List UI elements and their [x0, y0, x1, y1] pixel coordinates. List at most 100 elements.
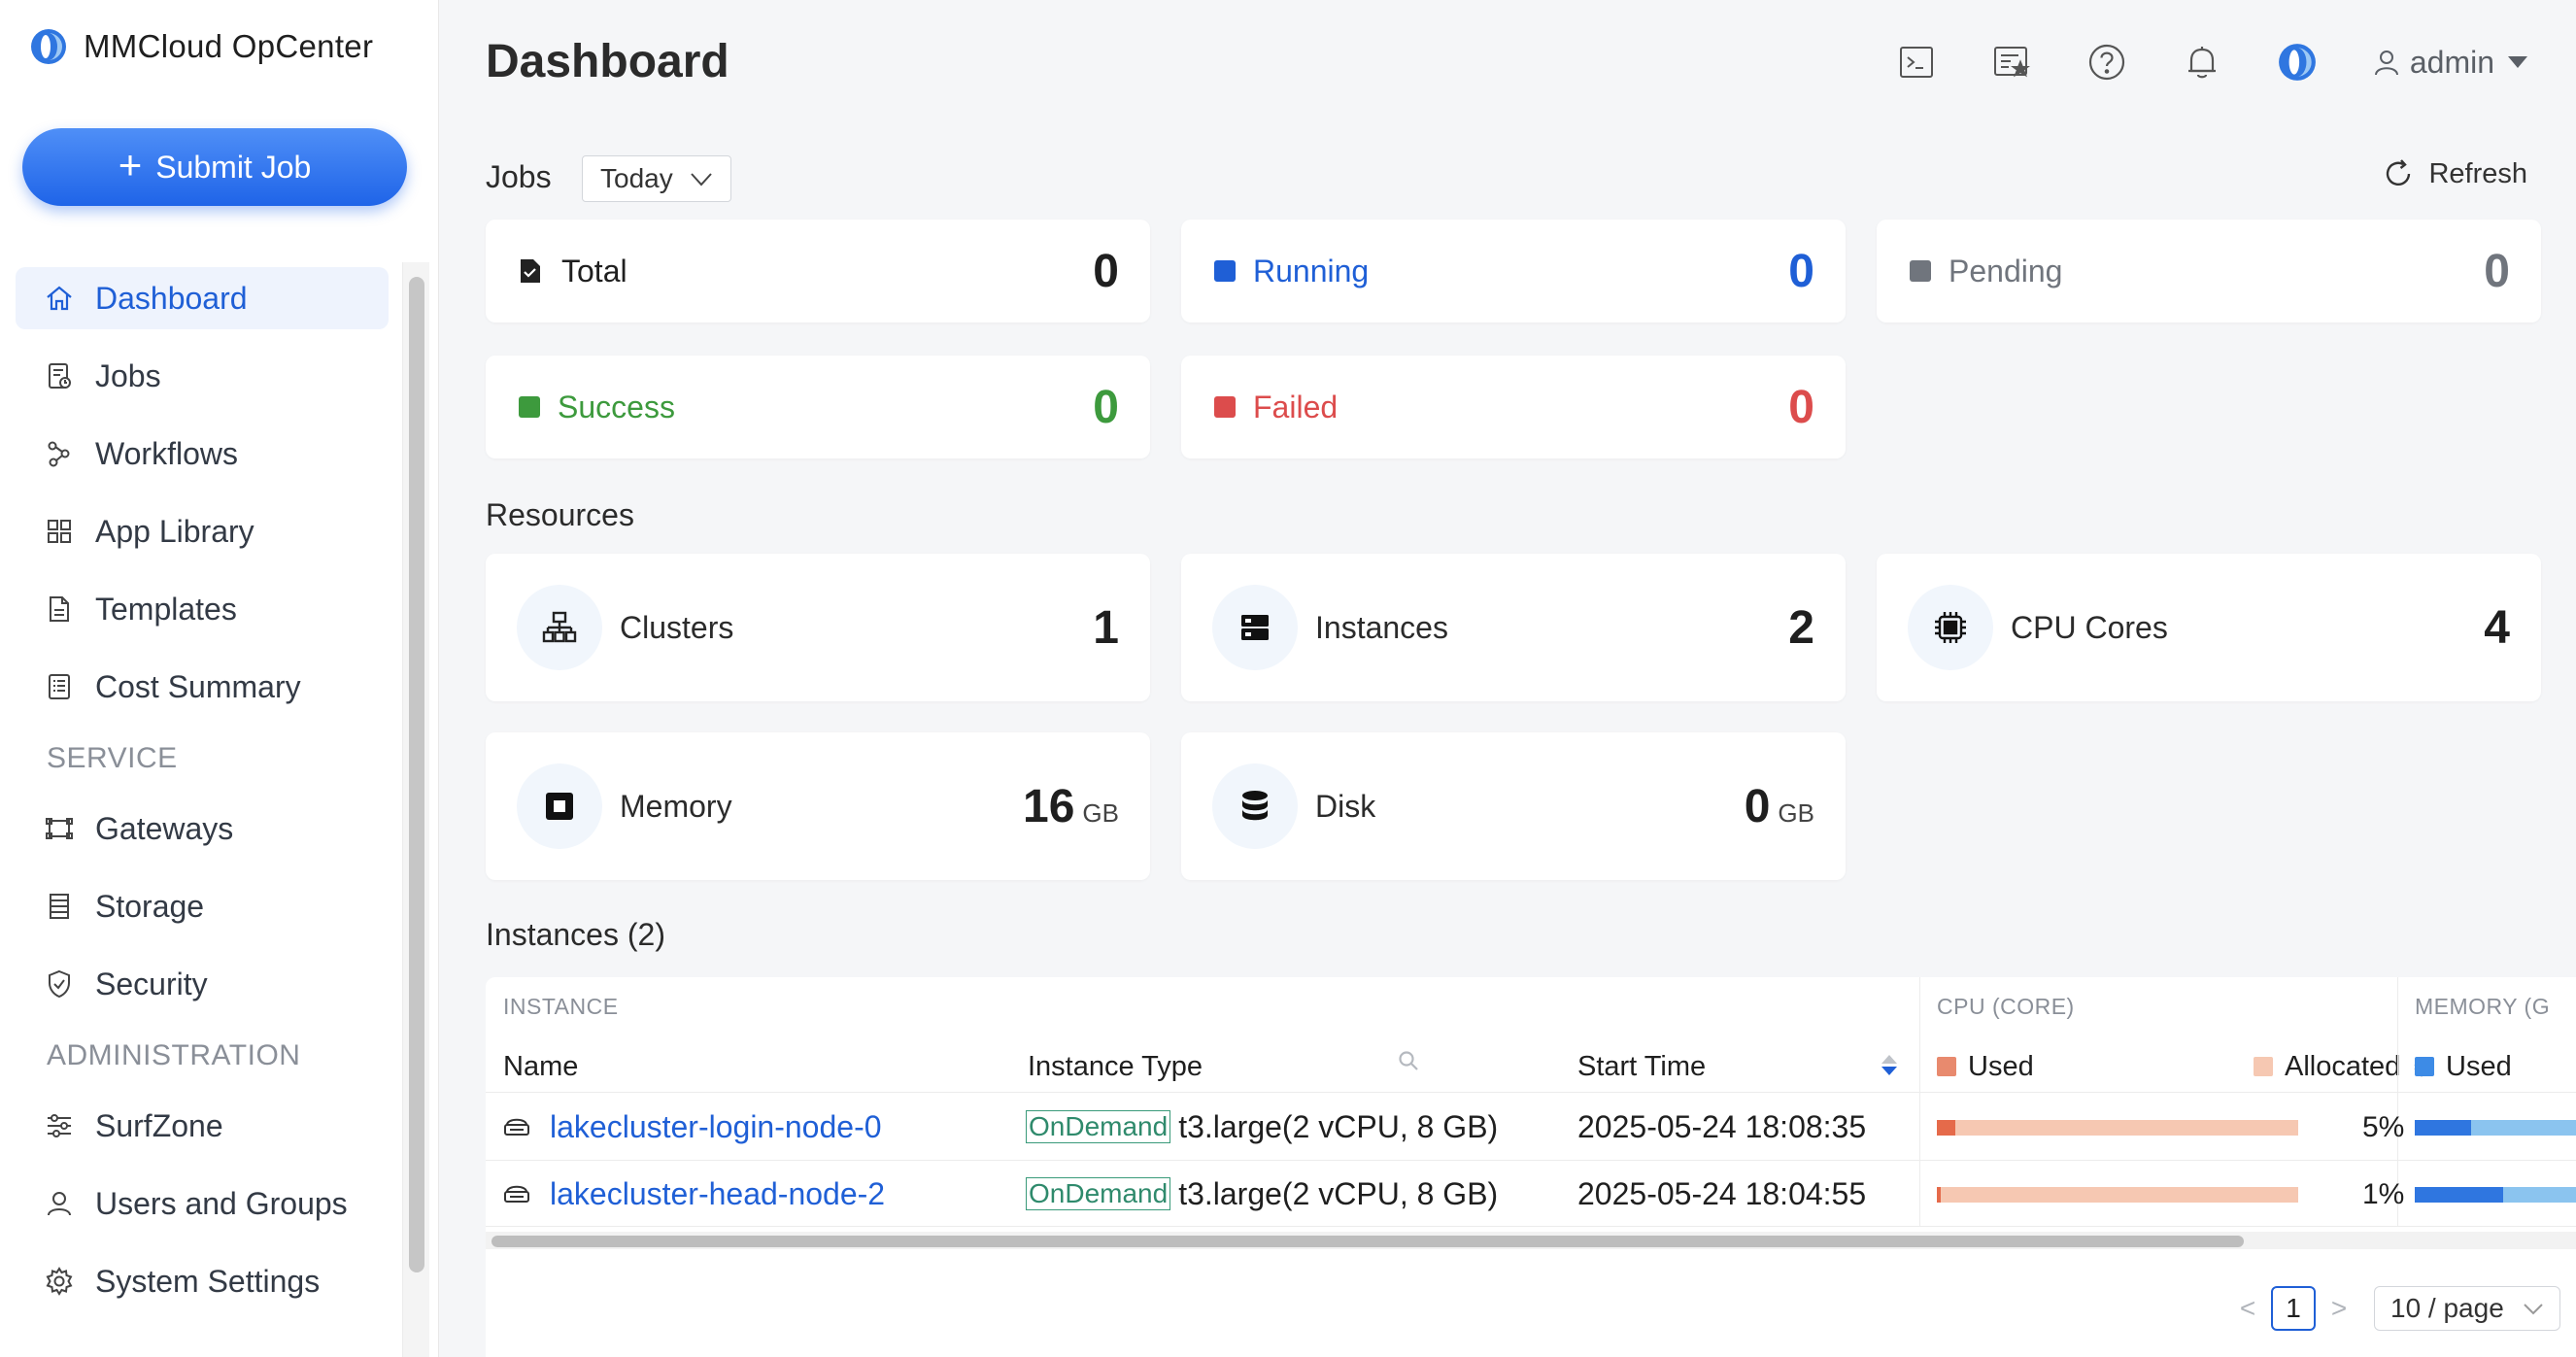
sidebar-item-label: Users and Groups	[95, 1185, 348, 1221]
sidebar-scrollbar-thumb[interactable]	[409, 277, 424, 1272]
user-name: admin	[2409, 44, 2494, 80]
total-label: Total	[561, 253, 627, 288]
sidebar-item-cost-summary[interactable]: Cost Summary	[16, 656, 389, 718]
theme-logo-icon[interactable]	[2276, 41, 2319, 84]
app-name: MMCloud OpCenter	[84, 28, 374, 64]
instance-group-header: INSTANCE	[503, 993, 619, 1019]
ondemand-tag: OnDemand	[1026, 1110, 1171, 1143]
memory-icon	[517, 763, 602, 849]
memory-usage-bar	[2415, 1187, 2576, 1203]
instance-icon	[504, 1118, 529, 1136]
service-section-title: SERVICE	[47, 742, 178, 774]
start-time-column-label: Start Time	[1577, 1050, 1707, 1082]
period-select[interactable]: Today	[582, 155, 731, 202]
favorite-list-icon[interactable]	[1990, 41, 2033, 84]
prev-page-button[interactable]: <	[2230, 1293, 2265, 1324]
help-icon[interactable]	[2085, 41, 2128, 84]
disk-value: 0	[1744, 780, 1771, 832]
running-jobs-card[interactable]: Running 0	[1181, 220, 1846, 322]
failed-jobs-card[interactable]: Failed 0	[1181, 356, 1846, 458]
total-value: 0	[1093, 245, 1119, 297]
memory-used-legend-icon	[2415, 1057, 2434, 1076]
instance-type-value: t3.large(2 vCPU, 8 GB)	[1178, 1175, 1499, 1211]
sidebar-item-label: SurfZone	[95, 1107, 223, 1143]
refresh-button[interactable]: Refresh	[2382, 157, 2527, 190]
success-jobs-card[interactable]: Success 0	[486, 356, 1150, 458]
total-jobs-card[interactable]: Total 0	[486, 220, 1150, 322]
brand[interactable]: MMCloud OpCenter	[29, 27, 373, 66]
instance-type-column-header: Instance Type	[1028, 1050, 1203, 1082]
table-row[interactable]: lakecluster-head-node-2	[501, 1161, 885, 1227]
clusters-card[interactable]: Clusters 1	[486, 554, 1150, 701]
memory-card[interactable]: Memory 16 GB	[486, 732, 1150, 880]
main-content: Dashboard admin Jobs Today Refresh Total…	[439, 0, 2576, 1357]
sidebar-item-surfzone[interactable]: SurfZone	[16, 1095, 389, 1157]
jobs-icon	[43, 359, 76, 392]
page-size-select[interactable]: 10 / page	[2374, 1286, 2560, 1331]
submit-job-label: Submit Job	[155, 149, 312, 185]
header-toolbar: admin	[1843, 41, 2527, 84]
success-value: 0	[1093, 381, 1119, 433]
instance-type-cell: OnDemand t3.large(2 vCPU, 8 GB)	[1026, 1094, 1498, 1160]
page-number-button[interactable]: 1	[2271, 1286, 2316, 1331]
failed-value: 0	[1788, 381, 1814, 433]
pending-label: Pending	[1949, 253, 2063, 288]
sidebar-item-workflows[interactable]: Workflows	[16, 423, 389, 485]
receipt-icon	[43, 670, 76, 703]
cpu-allocated-label: Allocated	[2285, 1050, 2401, 1082]
chevron-down-icon	[2524, 1304, 2543, 1315]
instances-table-title: Instances (2)	[486, 917, 665, 952]
next-page-button[interactable]: >	[2322, 1293, 2356, 1324]
pagination: < 1 > 10 / page	[2230, 1286, 2560, 1331]
sidebar-nav: Dashboard Jobs Workflows App Library Tem…	[16, 267, 389, 1328]
pending-value: 0	[2484, 245, 2510, 297]
disk-unit: GB	[1778, 797, 1814, 828]
sidebar-item-security[interactable]: Security	[16, 953, 389, 1015]
ondemand-tag: OnDemand	[1026, 1177, 1171, 1210]
cpu-allocated-column-header[interactable]: Allocated	[2254, 1035, 2430, 1098]
cpu-used-label: Used	[1968, 1050, 2034, 1082]
bell-icon[interactable]	[2181, 41, 2223, 84]
sidebar-item-system-settings[interactable]: System Settings	[16, 1250, 389, 1312]
memory-value: 16	[1023, 780, 1075, 832]
sidebar-item-storage[interactable]: Storage	[16, 875, 389, 937]
submit-job-button[interactable]: + Submit Job	[22, 128, 407, 206]
memory-usage-bar-fill	[2415, 1120, 2472, 1136]
sidebar-item-users-and-groups[interactable]: Users and Groups	[16, 1172, 389, 1235]
workflow-icon	[43, 437, 76, 470]
database-icon	[1212, 763, 1298, 849]
terminal-icon[interactable]	[1895, 41, 1938, 84]
start-time-column-header[interactable]: Start Time	[1577, 1035, 1706, 1098]
cpu-cores-label: CPU Cores	[2011, 609, 2168, 645]
table-row[interactable]: lakecluster-login-node-0	[501, 1094, 882, 1160]
sidebar-item-templates[interactable]: Templates	[16, 578, 389, 640]
sidebar-item-gateways[interactable]: Gateways	[16, 797, 389, 860]
running-value: 0	[1788, 245, 1814, 297]
sidebar-item-app-library[interactable]: App Library	[16, 500, 389, 562]
sidebar-item-dashboard[interactable]: Dashboard	[16, 267, 389, 329]
disk-card[interactable]: Disk 0 GB	[1181, 732, 1846, 880]
instance-name-link[interactable]: lakecluster-head-node-2	[550, 1176, 885, 1212]
sidebar-item-label: Gateways	[95, 810, 234, 846]
table-horizontal-scrollbar-thumb[interactable]	[491, 1236, 2244, 1247]
cpu-usage-bar-fill	[1937, 1187, 1941, 1203]
sort-icon[interactable]	[1881, 1055, 1897, 1075]
gear-icon	[43, 1265, 76, 1298]
cluster-icon	[517, 585, 602, 670]
cpu-usage-percent: 1%	[2362, 1178, 2405, 1210]
sidebar-item-label: Jobs	[95, 357, 161, 393]
cpu-cores-card[interactable]: CPU Cores 4	[1877, 554, 2541, 701]
instance-type-value: t3.large(2 vCPU, 8 GB)	[1178, 1108, 1499, 1144]
clusters-label: Clusters	[620, 609, 734, 645]
administration-section-title: ADMINISTRATION	[47, 1039, 301, 1071]
grid-icon	[43, 515, 76, 548]
instances-card[interactable]: Instances 2	[1181, 554, 1846, 701]
sliders-icon	[43, 1109, 76, 1142]
instances-label: Instances	[1315, 609, 1448, 645]
user-menu[interactable]: admin	[2371, 45, 2527, 81]
sidebar-item-jobs[interactable]: Jobs	[16, 345, 389, 407]
success-label: Success	[558, 389, 675, 424]
pending-jobs-card[interactable]: Pending 0	[1877, 220, 2541, 322]
instance-name-link[interactable]: lakecluster-login-node-0	[550, 1109, 882, 1145]
search-icon[interactable]	[1397, 1049, 1420, 1072]
